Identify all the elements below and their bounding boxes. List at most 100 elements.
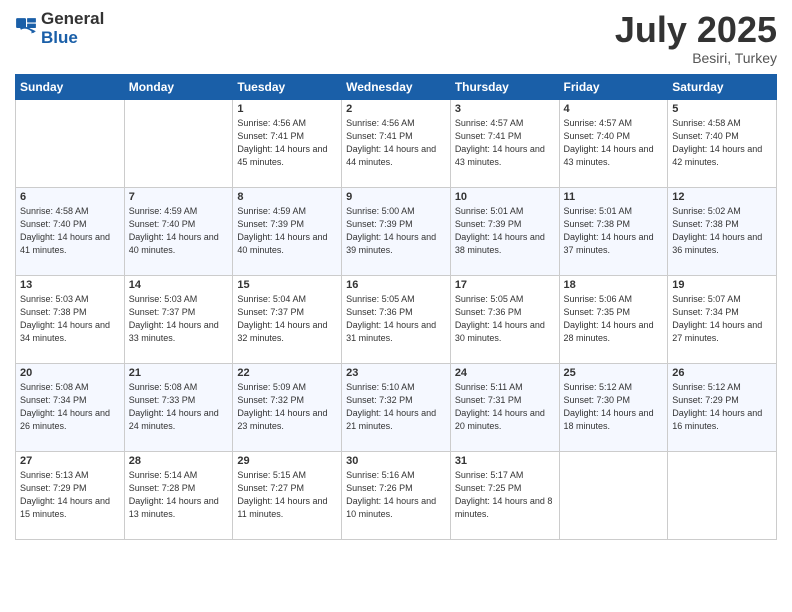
day-number: 27 (20, 455, 120, 467)
day-cell (559, 451, 668, 539)
day-info: Sunrise: 4:57 AM Sunset: 7:41 PM Dayligh… (455, 117, 555, 169)
day-number: 30 (346, 455, 446, 467)
day-number: 29 (237, 455, 337, 467)
day-cell: 11Sunrise: 5:01 AM Sunset: 7:38 PM Dayli… (559, 187, 668, 275)
week-row-5: 27 Sunrise: 5:13 AM Sunset: 7:29 PM Dayli… (16, 451, 777, 539)
day-number: 20 (20, 367, 120, 379)
day-info: Sunrise: 4:59 AM Sunset: 7:40 PM Dayligh… (129, 205, 229, 257)
col-header-tuesday: Tuesday (233, 74, 342, 99)
day-cell: 12 Sunrise: 5:02 AM Sunset: 7:38 PM Dayli… (668, 187, 777, 275)
day-cell: 13 Sunrise: 5:03 AM Sunset: 7:38 PM Dayli… (16, 275, 125, 363)
day-cell (16, 99, 125, 187)
day-number: 7 (129, 191, 229, 203)
day-info: Sunrise: 5:07 AM Sunset: 7:34 PM Dayligh… (672, 293, 772, 345)
day-cell: 15 Sunrise: 5:04 AM Sunset: 7:37 PM Dayli… (233, 275, 342, 363)
day-info: Sunrise: 4:58 AM Sunset: 7:40 PM Dayligh… (20, 205, 120, 257)
week-row-3: 13 Sunrise: 5:03 AM Sunset: 7:38 PM Dayli… (16, 275, 777, 363)
day-info: Sunrise: 5:12 AM Sunset: 7:29 PM Dayligh… (672, 381, 772, 433)
day-cell: 22 Sunrise: 5:09 AM Sunset: 7:32 PM Dayli… (233, 363, 342, 451)
day-cell: 9 Sunrise: 5:00 AM Sunset: 7:39 PM Daylig… (342, 187, 451, 275)
logo-text-line2: Blue (41, 29, 104, 48)
day-info: Sunrise: 5:08 AM Sunset: 7:33 PM Dayligh… (129, 381, 229, 433)
day-info: Sunrise: 5:12 AM Sunset: 7:30 PM Dayligh… (564, 381, 664, 433)
day-info: Sunrise: 5:17 AM Sunset: 7:25 PM Dayligh… (455, 469, 555, 521)
day-number: 14 (129, 279, 229, 291)
day-info: Sunrise: 5:13 AM Sunset: 7:29 PM Dayligh… (20, 469, 120, 521)
day-number: 26 (672, 367, 772, 379)
day-number: 22 (237, 367, 337, 379)
day-cell: 21 Sunrise: 5:08 AM Sunset: 7:33 PM Dayli… (124, 363, 233, 451)
day-number: 1 (237, 103, 337, 115)
title-block: July 2025 Besiri, Turkey (615, 10, 777, 66)
col-header-saturday: Saturday (668, 74, 777, 99)
day-number: 9 (346, 191, 446, 203)
page: General Blue July 2025 Besiri, Turkey Su… (0, 0, 792, 612)
day-cell: 5Sunrise: 4:58 AM Sunset: 7:40 PM Daylig… (668, 99, 777, 187)
logo-text-line1: General (41, 10, 104, 29)
day-info: Sunrise: 4:58 AM Sunset: 7:40 PM Dayligh… (672, 117, 772, 169)
day-number: 19 (672, 279, 772, 291)
day-info: Sunrise: 5:02 AM Sunset: 7:38 PM Dayligh… (672, 205, 772, 257)
day-info: Sunrise: 5:11 AM Sunset: 7:31 PM Dayligh… (455, 381, 555, 433)
day-number: 13 (20, 279, 120, 291)
day-cell: 20Sunrise: 5:08 AM Sunset: 7:34 PM Dayli… (16, 363, 125, 451)
month-title: July 2025 (615, 10, 777, 50)
day-number: 25 (564, 367, 664, 379)
day-cell: 14Sunrise: 5:03 AM Sunset: 7:37 PM Dayli… (124, 275, 233, 363)
week-row-2: 6 Sunrise: 4:58 AM Sunset: 7:40 PM Daylig… (16, 187, 777, 275)
week-row-4: 20Sunrise: 5:08 AM Sunset: 7:34 PM Dayli… (16, 363, 777, 451)
day-info: Sunrise: 5:16 AM Sunset: 7:26 PM Dayligh… (346, 469, 446, 521)
day-number: 3 (455, 103, 555, 115)
day-number: 17 (455, 279, 555, 291)
day-number: 2 (346, 103, 446, 115)
day-info: Sunrise: 5:04 AM Sunset: 7:37 PM Dayligh… (237, 293, 337, 345)
day-cell: 26 Sunrise: 5:12 AM Sunset: 7:29 PM Dayli… (668, 363, 777, 451)
day-cell: 8 Sunrise: 4:59 AM Sunset: 7:39 PM Daylig… (233, 187, 342, 275)
day-info: Sunrise: 5:03 AM Sunset: 7:38 PM Dayligh… (20, 293, 120, 345)
day-cell: 30 Sunrise: 5:16 AM Sunset: 7:26 PM Dayli… (342, 451, 451, 539)
day-number: 24 (455, 367, 555, 379)
day-cell: 18Sunrise: 5:06 AM Sunset: 7:35 PM Dayli… (559, 275, 668, 363)
day-cell: 28Sunrise: 5:14 AM Sunset: 7:28 PM Dayli… (124, 451, 233, 539)
col-header-wednesday: Wednesday (342, 74, 451, 99)
day-number: 31 (455, 455, 555, 467)
day-info: Sunrise: 4:57 AM Sunset: 7:40 PM Dayligh… (564, 117, 664, 169)
week-row-1: 1 Sunrise: 4:56 AM Sunset: 7:41 PM Daylig… (16, 99, 777, 187)
location: Besiri, Turkey (615, 50, 777, 66)
day-number: 23 (346, 367, 446, 379)
day-info: Sunrise: 5:14 AM Sunset: 7:28 PM Dayligh… (129, 469, 229, 521)
day-number: 12 (672, 191, 772, 203)
day-cell: 29 Sunrise: 5:15 AM Sunset: 7:27 PM Dayli… (233, 451, 342, 539)
day-info: Sunrise: 4:56 AM Sunset: 7:41 PM Dayligh… (237, 117, 337, 169)
day-cell: 2Sunrise: 4:56 AM Sunset: 7:41 PM Daylig… (342, 99, 451, 187)
day-cell: 23Sunrise: 5:10 AM Sunset: 7:32 PM Dayli… (342, 363, 451, 451)
day-number: 6 (20, 191, 120, 203)
day-cell: 24 Sunrise: 5:11 AM Sunset: 7:31 PM Dayli… (450, 363, 559, 451)
calendar-table: SundayMondayTuesdayWednesdayThursdayFrid… (15, 74, 777, 540)
day-number: 11 (564, 191, 664, 203)
day-info: Sunrise: 5:00 AM Sunset: 7:39 PM Dayligh… (346, 205, 446, 257)
day-info: Sunrise: 5:15 AM Sunset: 7:27 PM Dayligh… (237, 469, 337, 521)
col-header-thursday: Thursday (450, 74, 559, 99)
day-cell: 4 Sunrise: 4:57 AM Sunset: 7:40 PM Daylig… (559, 99, 668, 187)
day-cell: 16Sunrise: 5:05 AM Sunset: 7:36 PM Dayli… (342, 275, 451, 363)
day-number: 21 (129, 367, 229, 379)
day-cell: 1 Sunrise: 4:56 AM Sunset: 7:41 PM Daylig… (233, 99, 342, 187)
day-info: Sunrise: 5:06 AM Sunset: 7:35 PM Dayligh… (564, 293, 664, 345)
day-number: 15 (237, 279, 337, 291)
day-cell: 31 Sunrise: 5:17 AM Sunset: 7:25 PM Dayli… (450, 451, 559, 539)
day-cell: 25 Sunrise: 5:12 AM Sunset: 7:30 PM Dayli… (559, 363, 668, 451)
day-cell: 10Sunrise: 5:01 AM Sunset: 7:39 PM Dayli… (450, 187, 559, 275)
day-number: 10 (455, 191, 555, 203)
logo-icon (15, 17, 37, 39)
logo: General Blue (15, 10, 104, 47)
day-cell (124, 99, 233, 187)
day-cell: 6 Sunrise: 4:58 AM Sunset: 7:40 PM Daylig… (16, 187, 125, 275)
day-cell (668, 451, 777, 539)
day-cell: 7 Sunrise: 4:59 AM Sunset: 7:40 PM Daylig… (124, 187, 233, 275)
day-cell: 3 Sunrise: 4:57 AM Sunset: 7:41 PM Daylig… (450, 99, 559, 187)
day-info: Sunrise: 4:59 AM Sunset: 7:39 PM Dayligh… (237, 205, 337, 257)
day-info: Sunrise: 5:09 AM Sunset: 7:32 PM Dayligh… (237, 381, 337, 433)
day-number: 8 (237, 191, 337, 203)
day-number: 4 (564, 103, 664, 115)
